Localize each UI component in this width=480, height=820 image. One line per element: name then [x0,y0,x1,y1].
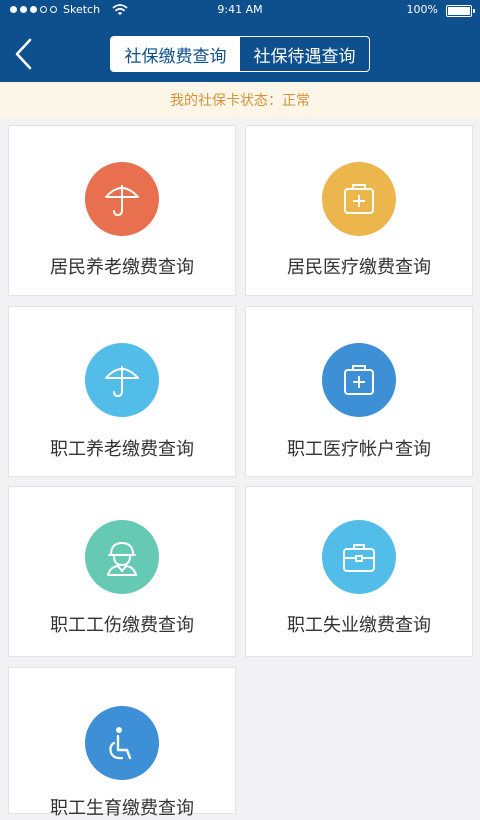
card-label: 居民医疗缴费查询 [287,257,431,278]
card-label: 职工养老缴费查询 [50,439,194,460]
card-employee-injury[interactable]: 职工工伤缴费查询 [8,486,236,657]
battery-icon [446,5,475,17]
card-resident-pension[interactable]: 居民养老缴费查询 [8,125,236,296]
medical-kit-icon [322,343,396,417]
card-employee-pension[interactable]: 职工养老缴费查询 [8,306,236,477]
tab-benefit-query[interactable]: 社保待遇查询 [240,37,369,71]
umbrella-icon [85,343,159,417]
card-label: 职工工伤缴费查询 [50,615,194,636]
worker-helmet-icon [85,520,159,594]
card-employee-unemployment[interactable]: 职工失业缴费查询 [245,486,473,657]
chevron-left-icon[interactable] [12,37,36,71]
briefcase-icon [322,520,396,594]
app-header: Sketch 9:41 AM 100% 社保缴费查询 社保待遇查询 [0,0,480,82]
segmented-control: 社保缴费查询 社保待遇查询 [110,36,370,72]
tab-payment-query[interactable]: 社保缴费查询 [111,37,240,71]
status-bar: Sketch 9:41 AM 100% [0,0,480,22]
medical-kit-icon [322,162,396,236]
wheelchair-icon [85,706,159,780]
card-status-notice: 我的社保卡状态：正常 [0,82,480,118]
card-employee-medical-account[interactable]: 职工医疗帐户查询 [245,306,473,477]
card-label: 职工医疗帐户查询 [287,439,431,460]
card-resident-medical[interactable]: 居民医疗缴费查询 [245,125,473,296]
card-employee-maternity[interactable]: 职工生育缴费查询 [8,667,236,819]
umbrella-icon [85,162,159,236]
battery-percent: 100% [406,3,438,16]
card-label: 居民养老缴费查询 [50,257,194,278]
card-label: 职工生育缴费查询 [50,798,194,819]
card-label: 职工失业缴费查询 [287,615,431,636]
